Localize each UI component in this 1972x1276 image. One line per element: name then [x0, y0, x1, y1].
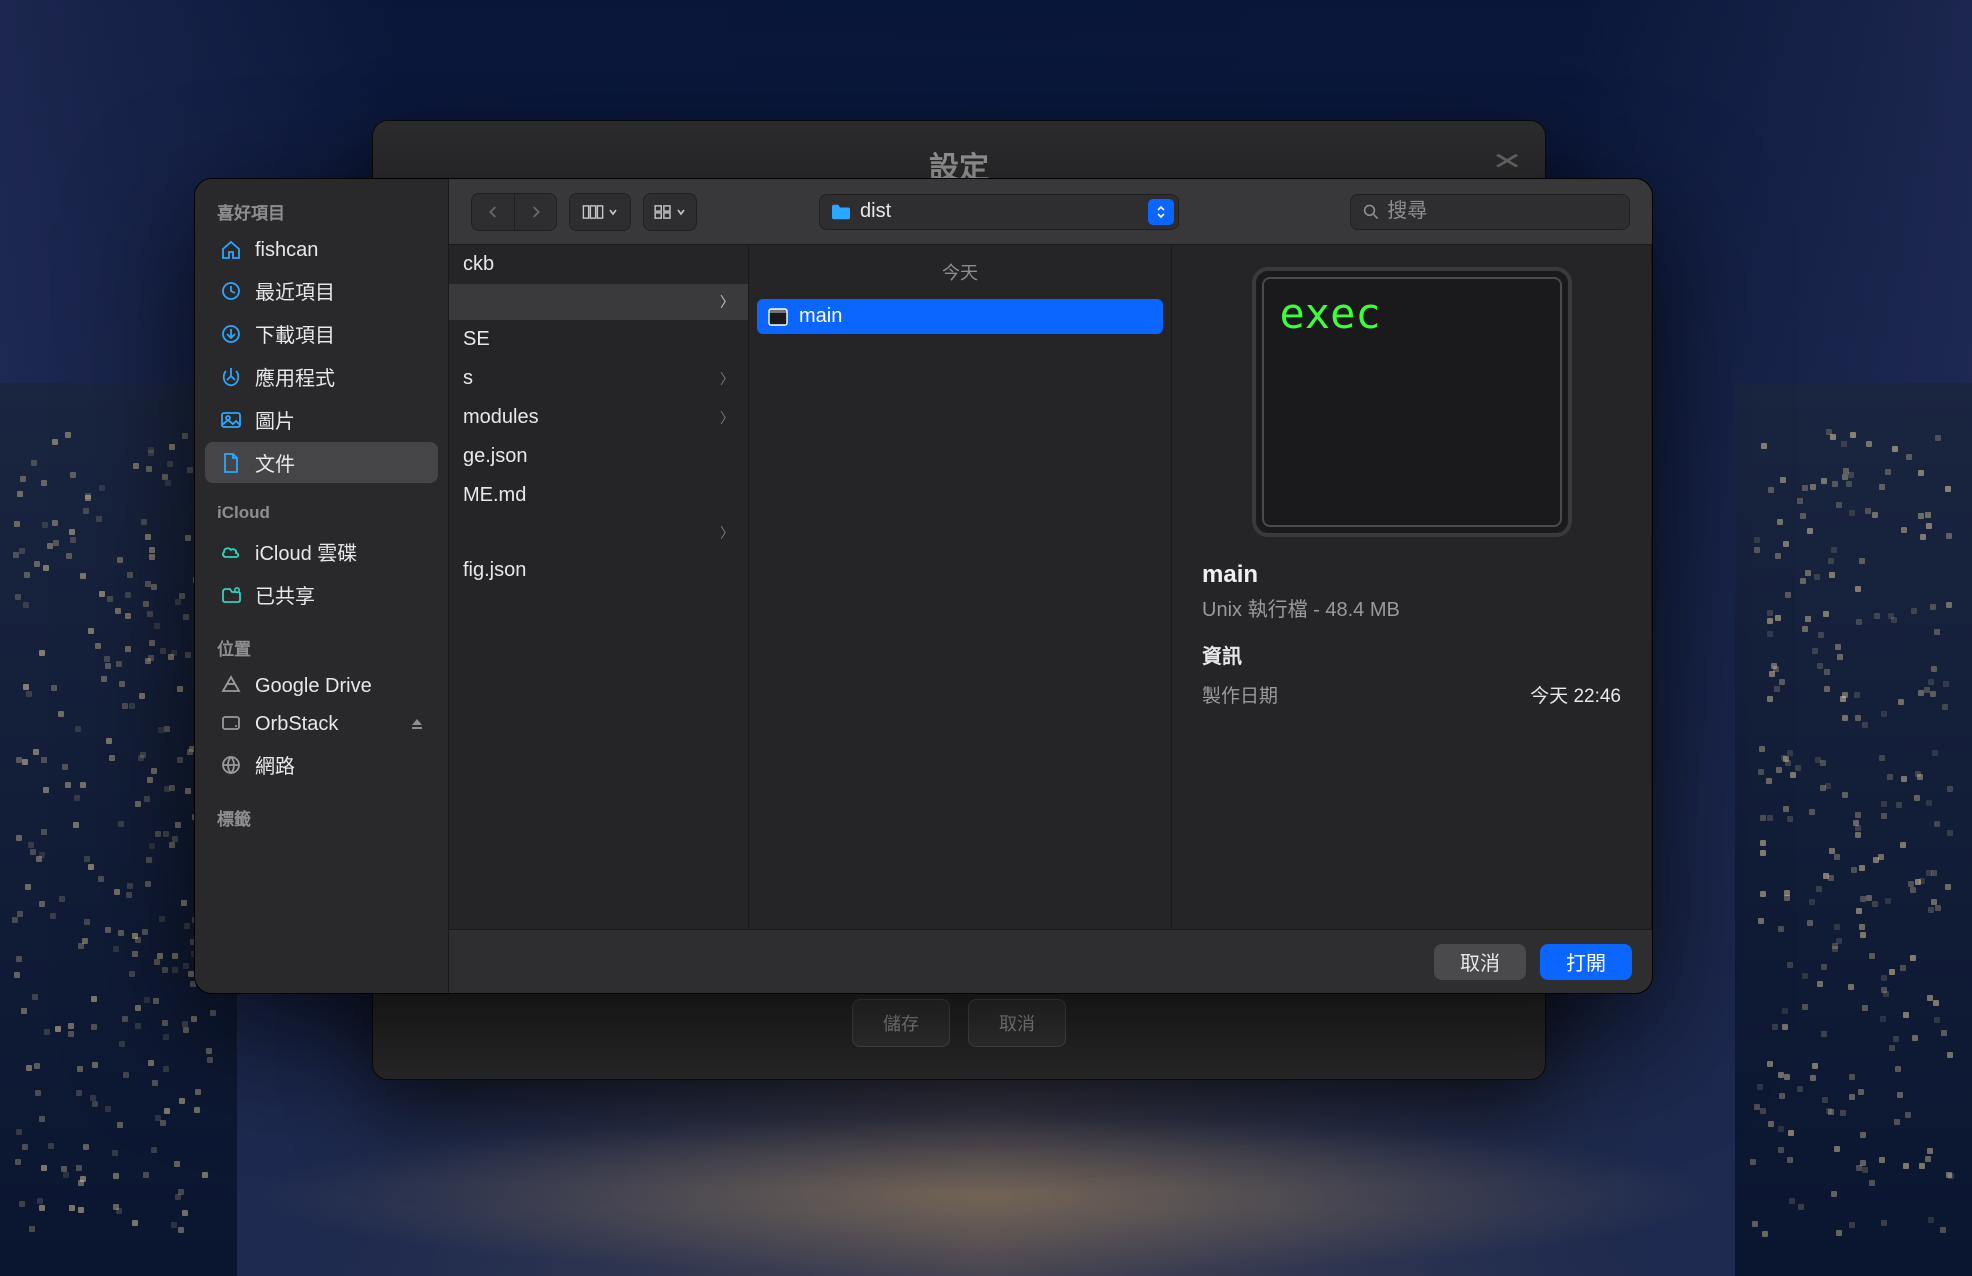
group-by-button[interactable] — [643, 193, 697, 231]
chevron-right-icon: 〉 — [720, 292, 734, 312]
chevron-right-icon: 〉 — [720, 408, 734, 428]
folder-icon — [830, 203, 852, 221]
sidebar-item-label: 最近項目 — [255, 276, 335, 305]
list-item-label: modules — [463, 406, 539, 429]
sidebar-item-clock[interactable]: 最近項目 — [205, 270, 438, 311]
preview-info-heading: 資訊 — [1202, 640, 1621, 669]
search-icon — [1363, 203, 1379, 221]
sidebar-item-label: iCloud 雲碟 — [255, 537, 357, 566]
doc-icon — [219, 451, 243, 475]
path-label: dist — [860, 200, 891, 223]
nav-buttons — [471, 193, 557, 231]
list-item-label: ME.md — [463, 484, 526, 507]
eject-icon[interactable] — [410, 713, 424, 736]
sidebar-item-app[interactable]: 應用程式 — [205, 356, 438, 397]
popup-arrows-icon — [1148, 199, 1174, 225]
sidebar-item-label: Google Drive — [255, 675, 372, 698]
preview-created-value: 今天 22:46 — [1530, 681, 1621, 708]
exec-label: exec — [1280, 289, 1381, 338]
settings-cancel-button[interactable]: 取消 — [968, 999, 1066, 1047]
sidebar-item-disk[interactable]: OrbStack — [205, 706, 438, 742]
sidebar-item-label: fishcan — [255, 239, 318, 262]
list-item[interactable]: SE — [449, 320, 748, 359]
list-item-label: ckb — [463, 253, 494, 276]
list-item[interactable]: ckb — [449, 245, 748, 284]
toolbar: dist — [449, 179, 1652, 245]
list-item[interactable]: 〉 — [449, 284, 748, 320]
search-field[interactable] — [1350, 194, 1630, 230]
preview-kind: Unix 執行檔 — [1202, 599, 1308, 621]
list-item-label: s — [463, 367, 473, 390]
preview-pane: exec main Unix 執行檔 - 48.4 MB 資訊 製作日期 今天 … — [1172, 245, 1652, 929]
sidebar-item-shared[interactable]: 已共享 — [205, 574, 438, 615]
chevron-right-icon: 〉 — [720, 369, 734, 389]
list-item[interactable]: modules 〉 — [449, 398, 748, 437]
column-1[interactable]: ckb〉SEs〉modules〉ge.jsonME.md〉fig.json — [449, 245, 749, 929]
list-item[interactable]: ME.md — [449, 476, 748, 515]
cloud-icon — [219, 540, 243, 564]
sidebar-item-drive[interactable]: Google Drive — [205, 668, 438, 704]
sidebar-section-title: 標籤 — [195, 787, 448, 836]
list-item[interactable]: fig.json — [449, 551, 748, 590]
open-button[interactable]: 打開 — [1540, 944, 1632, 980]
sidebar-section-title: iCloud — [195, 485, 448, 529]
back-button[interactable] — [472, 194, 514, 230]
sidebar-item-label: 網路 — [255, 750, 295, 779]
settings-save-button[interactable]: 儲存 — [852, 999, 950, 1047]
list-item[interactable]: 〉 — [449, 515, 748, 551]
list-item-label: SE — [463, 328, 490, 351]
sidebar-item-label: 文件 — [255, 448, 295, 477]
sidebar-item-label: 下載項目 — [255, 319, 335, 348]
settings-close-chevron-icon[interactable]: ✕ — [1491, 148, 1523, 175]
list-item-label: fig.json — [463, 559, 526, 582]
sidebar: 喜好項目 fishcan 最近項目下載項目應用程式圖片文件 iCloud iCloud … — [195, 179, 449, 993]
preview-created-label: 製作日期 — [1202, 681, 1278, 708]
exec-file-icon — [767, 306, 789, 328]
preview-size: 48.4 MB — [1325, 599, 1399, 621]
sidebar-item-label: 已共享 — [255, 580, 315, 609]
file-open-dialog: 喜好項目 fishcan 最近項目下載項目應用程式圖片文件 iCloud iCloud … — [194, 178, 1653, 994]
sidebar-section-title: 喜好項目 — [195, 195, 448, 230]
shared-icon — [219, 583, 243, 607]
preview-thumbnail: exec — [1252, 267, 1572, 537]
sidebar-item-globe[interactable]: 網路 — [205, 744, 438, 785]
list-item[interactable]: main — [757, 299, 1163, 334]
disk-icon — [219, 712, 243, 736]
forward-button[interactable] — [514, 194, 556, 230]
sidebar-item-label: 圖片 — [255, 405, 295, 434]
chevron-right-icon: 〉 — [720, 523, 734, 543]
globe-icon — [219, 753, 243, 777]
photo-icon — [219, 408, 243, 432]
preview-filename: main — [1202, 561, 1621, 589]
list-item[interactable]: s〉 — [449, 359, 748, 398]
sidebar-item-doc[interactable]: 文件 — [205, 442, 438, 483]
sidebar-item-label: 應用程式 — [255, 362, 335, 391]
sidebar-item-cloud[interactable]: iCloud 雲碟 — [205, 531, 438, 572]
sidebar-item-photo[interactable]: 圖片 — [205, 399, 438, 440]
list-item-label: ge.json — [463, 445, 528, 468]
preview-kind-size: Unix 執行檔 - 48.4 MB — [1202, 593, 1621, 622]
preview-created-row: 製作日期 今天 22:46 — [1202, 677, 1621, 712]
sidebar-item-home[interactable]: fishcan — [205, 232, 438, 268]
sidebar-item-download[interactable]: 下載項目 — [205, 313, 438, 354]
column-header: 今天 — [749, 245, 1171, 295]
cancel-button[interactable]: 取消 — [1434, 944, 1526, 980]
dialog-footer: 取消 打開 — [449, 929, 1652, 993]
search-input[interactable] — [1387, 200, 1617, 223]
list-item[interactable]: ge.json — [449, 437, 748, 476]
download-icon — [219, 322, 243, 346]
sidebar-item-label: OrbStack — [255, 713, 338, 736]
app-icon — [219, 365, 243, 389]
clock-icon — [219, 279, 243, 303]
column-2[interactable]: 今天 main — [749, 245, 1172, 929]
drive-icon — [219, 674, 243, 698]
home-icon — [219, 238, 243, 262]
view-mode-columns[interactable] — [569, 193, 631, 231]
path-popup[interactable]: dist — [819, 194, 1179, 230]
sidebar-section-title: 位置 — [195, 617, 448, 666]
list-item-label: main — [799, 305, 842, 328]
